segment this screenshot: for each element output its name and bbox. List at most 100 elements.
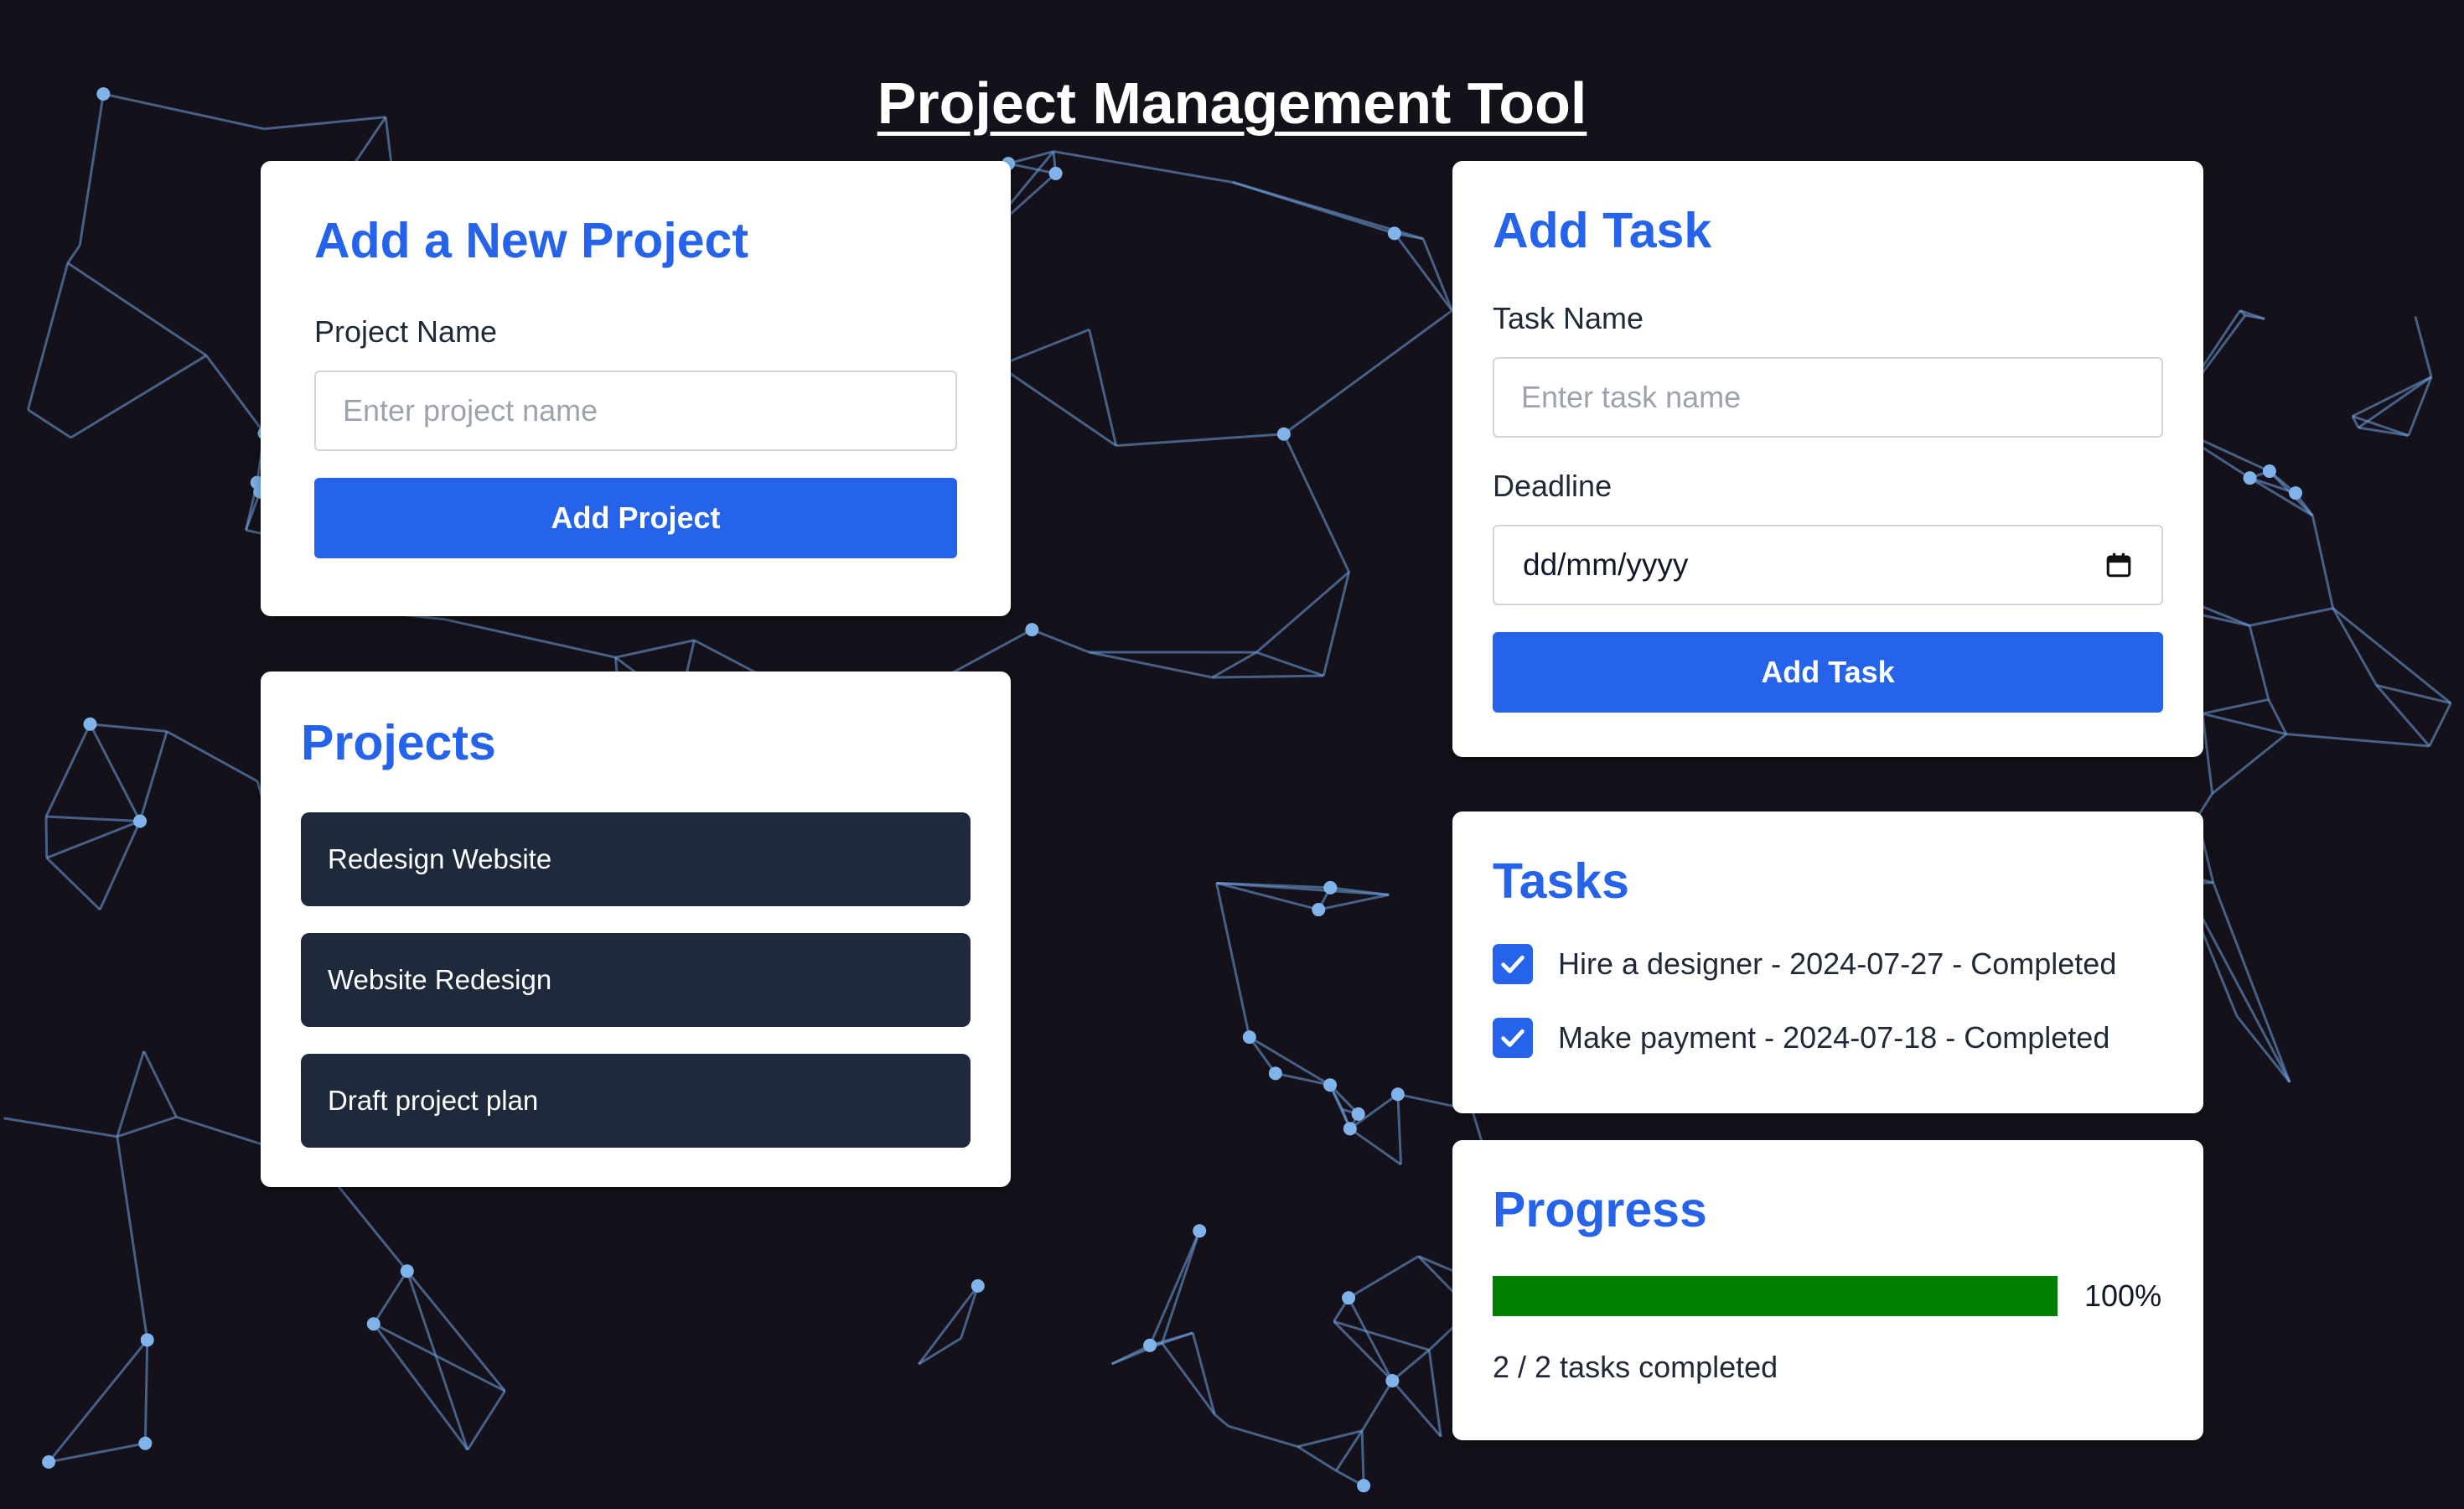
network-line [373, 1322, 506, 1392]
network-node [1268, 1066, 1282, 1081]
network-line [2235, 1015, 2291, 1083]
add-project-heading: Add a New Project [314, 213, 749, 268]
network-line [2248, 625, 2270, 700]
network-line [1297, 1445, 1337, 1472]
progress-percent: 100% [2084, 1278, 2162, 1313]
task-row: Make payment - 2024-07-18 - Completed [1493, 1016, 2163, 1060]
network-line [27, 408, 72, 439]
network-line [1088, 329, 1118, 446]
network-line [1282, 309, 1453, 435]
network-line [2201, 713, 2214, 794]
network-line [1211, 651, 1257, 679]
task-row: Hire a designer - 2024-07-27 - Completed [1493, 942, 2163, 986]
network-line [997, 364, 1117, 447]
network-line [1007, 150, 1054, 165]
network-node [138, 1436, 153, 1450]
network-line [166, 730, 258, 783]
network-line [2332, 607, 2378, 687]
projects-heading: Projects [301, 715, 496, 770]
add-project-button[interactable]: Add Project [314, 478, 957, 558]
network-line [1393, 232, 1453, 312]
project-item[interactable]: Website Redesign [301, 933, 971, 1027]
network-line [1053, 150, 1234, 184]
project-item[interactable]: Draft project plan [301, 1054, 971, 1148]
network-node [1357, 1479, 1371, 1493]
network-line [143, 1340, 149, 1444]
network-line [1317, 893, 1390, 911]
network-node [1385, 1374, 1400, 1388]
network-line [1031, 628, 1090, 654]
network-node [140, 1333, 154, 1347]
network-line [1391, 1349, 1431, 1382]
network-node [42, 1455, 56, 1469]
network-line [615, 639, 695, 659]
network-line [2285, 733, 2430, 748]
network-line [1249, 1035, 1331, 1086]
project-name-label: Project Name [314, 314, 498, 349]
network-line [1360, 1430, 1365, 1486]
progress-row: 100% [1493, 1276, 2163, 1316]
project-item-label: Website Redesign [328, 964, 552, 995]
network-line [2414, 316, 2433, 377]
network-line [1214, 1413, 1229, 1428]
network-node [1048, 166, 1063, 180]
network-line [1191, 1332, 1216, 1415]
network-line [1007, 162, 1056, 175]
network-line [1215, 883, 1251, 1038]
network-node [1323, 1078, 1338, 1092]
task-label: Hire a designer - 2024-07-27 - Completed [1558, 946, 2117, 981]
network-line [1328, 1084, 1352, 1129]
network-line [138, 731, 168, 822]
task-name-input[interactable] [1493, 357, 2163, 438]
network-line [406, 1270, 506, 1392]
network-line [1421, 238, 1453, 311]
network-line [3, 1117, 118, 1138]
deadline-value: dd/mm/yyyy [1523, 547, 1689, 582]
network-node [2243, 471, 2257, 485]
network-line [2311, 515, 2335, 609]
network-line [998, 328, 1090, 367]
add-task-heading: Add Task [1493, 203, 1712, 258]
task-checkbox[interactable] [1493, 1018, 1533, 1058]
network-line [1161, 1342, 1216, 1416]
network-line [66, 244, 81, 264]
network-line [1255, 571, 1350, 654]
network-line [44, 723, 91, 817]
calendar-icon[interactable] [2104, 551, 2133, 579]
network-line [1116, 433, 1284, 448]
network-line [142, 1050, 178, 1118]
network-line [372, 1323, 469, 1451]
network-line [1228, 1424, 1298, 1449]
network-line [116, 1115, 177, 1138]
network-line [1360, 1380, 1394, 1432]
network-line [116, 1136, 149, 1340]
network-line [918, 1337, 962, 1366]
network-line [2375, 684, 2430, 747]
network-line [48, 1442, 146, 1464]
project-name-input[interactable] [314, 371, 957, 451]
network-node [1390, 1087, 1405, 1102]
project-list: Redesign Website Website Redesign Draft … [301, 812, 971, 1148]
network-line [1089, 651, 1213, 679]
network-node [366, 1317, 380, 1331]
network-node [1323, 880, 1338, 895]
progress-bar-fill [1493, 1276, 2058, 1316]
network-line [2267, 698, 2288, 735]
network-line [1348, 1128, 1402, 1166]
project-item[interactable]: Redesign Website [301, 812, 971, 906]
task-checkbox[interactable] [1493, 944, 1533, 984]
network-node [83, 717, 97, 731]
network-node [1143, 1338, 1157, 1352]
add-task-button[interactable]: Add Task [1493, 632, 2163, 713]
network-line [2249, 607, 2333, 627]
project-item-label: Draft project plan [328, 1085, 539, 1116]
network-node [1276, 427, 1291, 441]
network-line [45, 815, 141, 822]
add-project-card: Add a New Project Project Name Add Proje… [261, 161, 1011, 616]
network-line [2211, 733, 2287, 795]
tasks-heading: Tasks [1493, 853, 1629, 909]
page-title: Project Management Tool [877, 70, 1587, 136]
deadline-date-input[interactable]: dd/mm/yyyy [1493, 525, 2163, 605]
network-line [1348, 1255, 1420, 1299]
network-line [47, 1339, 148, 1463]
